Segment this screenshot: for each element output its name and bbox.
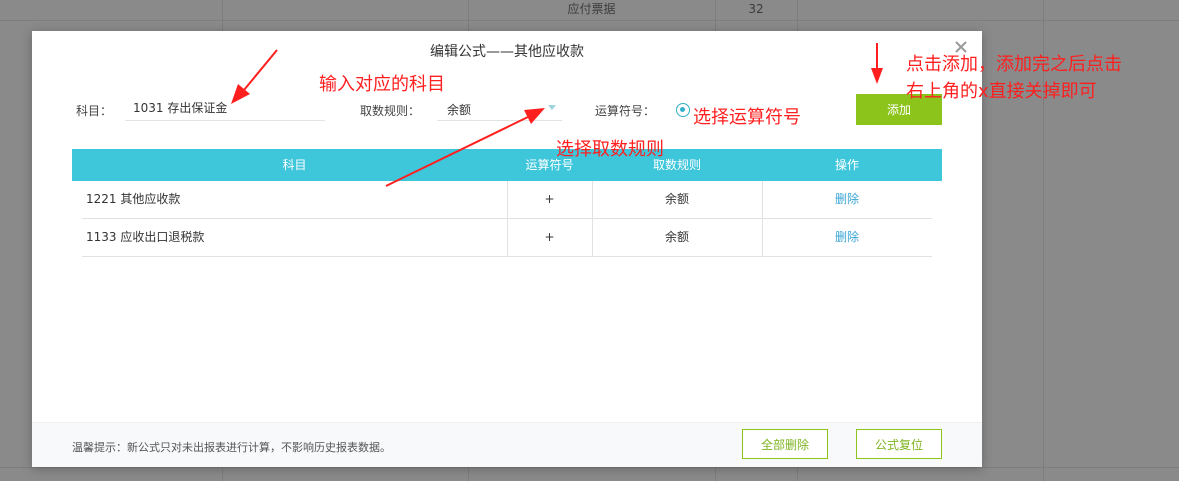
annotation-add-hint-line2: 右上角的x直接关掉即可 <box>906 81 1097 102</box>
annotation-add-hint-line1: 点击添加，添加完之后点击 <box>906 54 1122 75</box>
annotation-operator-hint: 选择运算符号 <box>693 107 801 128</box>
annotation-rule-hint: 选择取数规则 <box>556 139 664 160</box>
annotation-subject-hint: 输入对应的科目 <box>319 74 445 95</box>
